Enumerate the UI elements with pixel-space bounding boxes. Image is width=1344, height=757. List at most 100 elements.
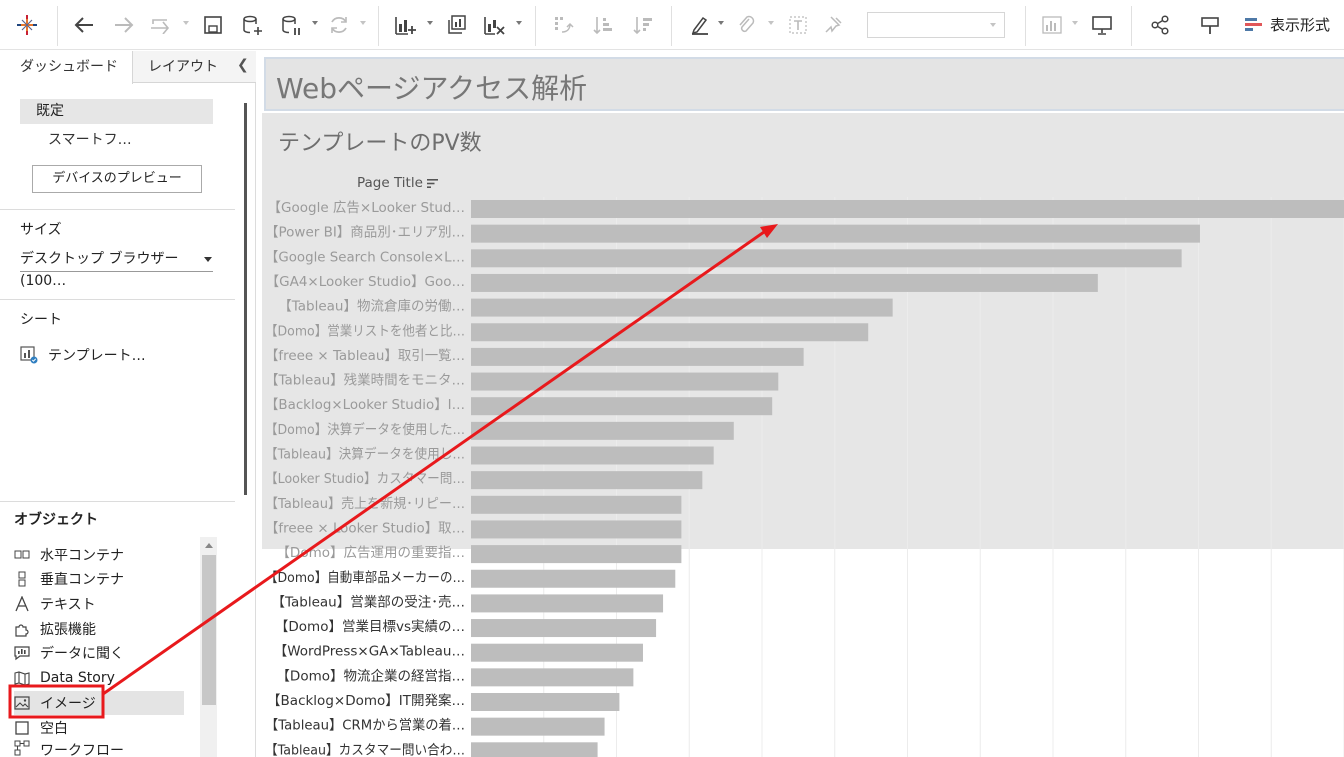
- category-label[interactable]: 【Tableau】決算データを使用し…: [265, 446, 465, 463]
- presentation-mode-icon[interactable]: [1088, 8, 1116, 42]
- panel-scrollbar[interactable]: [244, 103, 247, 495]
- fit-select[interactable]: [867, 12, 1005, 38]
- category-label[interactable]: 【Domo】決算データを使用した…: [265, 421, 465, 438]
- bar[interactable]: [471, 471, 703, 490]
- bar[interactable]: [471, 619, 657, 638]
- size-select[interactable]: デスクトップ ブラウザー (100…: [20, 248, 213, 289]
- category-label[interactable]: 【Tableau】残業時間をモニタ…: [265, 373, 465, 389]
- bar[interactable]: [471, 200, 1344, 218]
- tooltip-icon[interactable]: [1196, 8, 1224, 42]
- extension-icon: [14, 621, 30, 637]
- category-label[interactable]: 【Tableau】物流倉庫の労働…: [278, 299, 465, 315]
- show-me-button[interactable]: 表示形式: [1244, 14, 1330, 35]
- category-label[interactable]: 【Power BI】商品別･エリア別…: [265, 225, 465, 241]
- category-label[interactable]: 【Domo】広告運用の重要指…: [276, 545, 465, 561]
- replay-dropdown-icon[interactable]: [183, 21, 189, 25]
- bar[interactable]: [471, 421, 734, 440]
- device-default-item[interactable]: 既定: [20, 99, 213, 124]
- category-label[interactable]: 【WordPress×GA×Tableau…: [274, 644, 465, 660]
- collapse-panel-icon[interactable]: ❮: [237, 57, 249, 73]
- bar[interactable]: [471, 347, 804, 366]
- clear-sheet-icon[interactable]: [480, 8, 508, 42]
- tab-layout[interactable]: レイアウト: [148, 51, 218, 83]
- pause-updates-icon[interactable]: [277, 8, 305, 42]
- bar[interactable]: [471, 545, 682, 564]
- sheet-item[interactable]: テンプレート…: [20, 345, 146, 365]
- fix-axes-icon[interactable]: [820, 8, 848, 42]
- redo-icon[interactable]: [110, 8, 138, 42]
- object-data-story[interactable]: Data Story: [14, 666, 184, 690]
- tableau-logo-icon[interactable]: [12, 8, 42, 42]
- show-cards-icon[interactable]: [1038, 8, 1068, 42]
- duplicate-sheet-icon[interactable]: [442, 8, 470, 42]
- category-label[interactable]: 【freee × Looker Studio】取…: [265, 520, 465, 536]
- category-label[interactable]: 【Tableau】カスタマー問い合わ…: [265, 742, 465, 757]
- category-label[interactable]: 【Domo】営業目標vs実績の…: [275, 619, 465, 635]
- undo-icon[interactable]: [70, 8, 98, 42]
- object-horizontal-container[interactable]: 水平コンテナ: [14, 543, 184, 567]
- category-label[interactable]: 【Backlog×Looker Studio】I…: [265, 397, 465, 413]
- category-label[interactable]: 【Domo】営業リストを他者と比…: [265, 323, 465, 339]
- category-label[interactable]: 【Google 広告×Looker Stud…: [268, 200, 465, 216]
- bar[interactable]: [471, 224, 1200, 243]
- object-ask-data[interactable]: データに聞く: [14, 641, 184, 665]
- category-label[interactable]: 【freee × Tableau】取引一覧…: [265, 347, 465, 364]
- highlight-pen-icon[interactable]: [686, 8, 714, 42]
- category-label[interactable]: 【Domo】物流企業の経営指…: [276, 667, 465, 684]
- new-datasource-icon[interactable]: [239, 8, 265, 42]
- replay-icon[interactable]: [146, 8, 176, 42]
- object-extension[interactable]: 拡張機能: [14, 617, 184, 641]
- object-workflow[interactable]: ワークフロー: [14, 740, 184, 757]
- bar[interactable]: [471, 446, 714, 465]
- bar[interactable]: [471, 520, 682, 539]
- object-text[interactable]: テキスト: [14, 592, 184, 616]
- show-mark-labels-icon[interactable]: [784, 8, 812, 42]
- scroll-up-icon[interactable]: [205, 543, 213, 548]
- category-label[interactable]: 【Domo】自動車部品メーカーの…: [265, 570, 465, 586]
- tab-dashboard[interactable]: ダッシュボード: [0, 51, 133, 84]
- bar[interactable]: [471, 298, 893, 317]
- object-image[interactable]: イメージ: [14, 691, 184, 715]
- bar[interactable]: [471, 397, 773, 416]
- bar[interactable]: [471, 249, 1182, 268]
- objects-scrollbar-thumb[interactable]: [202, 555, 216, 705]
- data-story-icon: [14, 670, 30, 686]
- device-phone-item[interactable]: スマートフ…: [48, 129, 132, 149]
- save-icon[interactable]: [200, 8, 226, 42]
- refresh-icon[interactable]: [325, 8, 353, 42]
- group-dropdown-icon[interactable]: [768, 21, 774, 25]
- new-worksheet-dropdown-icon[interactable]: [427, 21, 433, 25]
- category-label[interactable]: 【Looker Studio】カスタマー問…: [265, 471, 465, 487]
- refresh-dropdown-icon[interactable]: [360, 21, 366, 25]
- object-blank[interactable]: 空白: [14, 716, 184, 740]
- category-label[interactable]: 【Google Search Console×L…: [265, 249, 465, 265]
- bar[interactable]: [471, 717, 605, 736]
- sort-ascending-icon[interactable]: [589, 8, 617, 42]
- bar[interactable]: [471, 323, 869, 342]
- bar[interactable]: [471, 742, 598, 757]
- category-label[interactable]: 【Tableau】売上を新規･リピー…: [265, 496, 465, 512]
- sort-descending-icon[interactable]: [629, 8, 657, 42]
- bar[interactable]: [471, 594, 664, 613]
- group-members-icon[interactable]: [732, 8, 760, 42]
- bar[interactable]: [471, 495, 682, 514]
- new-worksheet-icon[interactable]: [391, 8, 419, 42]
- bar[interactable]: [471, 273, 1098, 292]
- bar[interactable]: [471, 693, 620, 711]
- bar[interactable]: [471, 372, 779, 391]
- category-label[interactable]: 【GA4×Looker Studio】Goo…: [266, 274, 465, 290]
- object-vertical-container[interactable]: 垂直コンテナ: [14, 567, 184, 591]
- highlight-dropdown-icon[interactable]: [718, 21, 724, 25]
- bar[interactable]: [471, 643, 643, 662]
- bar[interactable]: [471, 668, 634, 687]
- device-preview-button[interactable]: デバイスのプレビュー: [32, 165, 202, 193]
- swap-rows-columns-icon[interactable]: [549, 8, 577, 42]
- category-label[interactable]: 【Tableau】営業部の受注･売…: [272, 594, 466, 610]
- pause-dropdown-icon[interactable]: [312, 21, 318, 25]
- category-label[interactable]: 【Tableau】CRMから営業の着…: [265, 717, 465, 734]
- clear-sheet-dropdown-icon[interactable]: [516, 21, 522, 25]
- bar[interactable]: [471, 569, 676, 588]
- share-icon[interactable]: [1146, 8, 1174, 42]
- category-label[interactable]: 【Backlog×Domo】IT開発案…: [267, 692, 465, 709]
- show-cards-dropdown-icon[interactable]: [1072, 21, 1078, 25]
